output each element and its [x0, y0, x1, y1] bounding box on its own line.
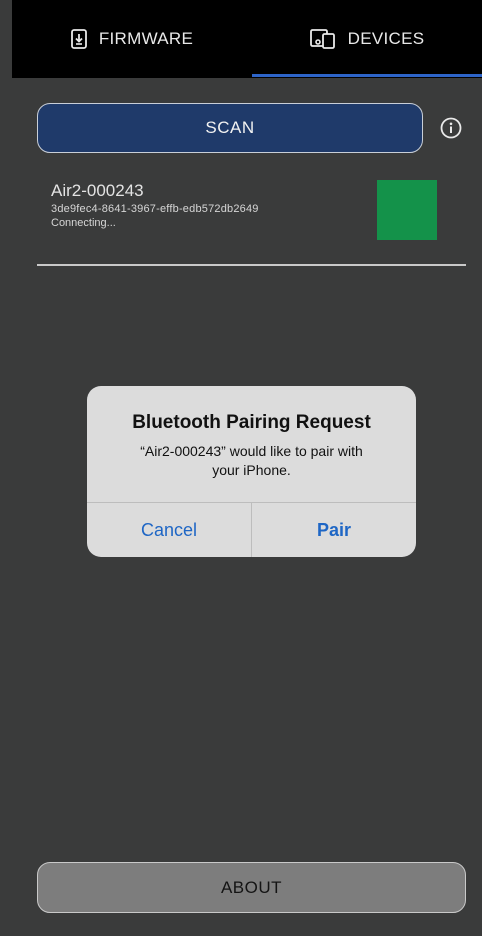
left-edge [0, 0, 12, 936]
alert-message-line-2: your iPhone. [212, 462, 291, 478]
active-tab-indicator [252, 74, 482, 77]
alert-title: Bluetooth Pairing Request [132, 412, 371, 433]
device-name: Air2-000243 [51, 181, 144, 200]
scan-button[interactable]: SCAN [37, 103, 423, 153]
devices-icon [309, 29, 336, 49]
list-divider [37, 264, 466, 266]
device-list-item[interactable]: Air2-000243 3de9fec4-8641-3967-effb-edb5… [37, 175, 467, 265]
about-button-label: ABOUT [220, 877, 283, 897]
about-button[interactable]: ABOUT [37, 862, 466, 913]
tab-devices[interactable]: DEVICES [252, 0, 482, 78]
device-status-indicator [377, 180, 437, 240]
tab-firmware-label: FIRMWARE [98, 29, 194, 48]
cancel-button[interactable]: Cancel [87, 503, 251, 557]
pairing-alert-dialog: Bluetooth Pairing Request “Air2-000243” … [87, 386, 416, 557]
info-icon[interactable] [440, 117, 462, 139]
tab-firmware[interactable]: FIRMWARE [12, 0, 252, 78]
pair-button[interactable]: Pair [252, 503, 416, 557]
tab-devices-label: DEVICES [347, 29, 425, 48]
top-tab-bar: FIRMWARE DEVICES [12, 0, 482, 78]
alert-message-line-1: “Air2-000243” would like to pair with [140, 443, 363, 459]
download-phone-icon [70, 29, 87, 49]
device-id: 3de9fec4-8641-3967-effb-edb572db2649 [51, 203, 259, 215]
alert-message: “Air2-000243” would like to pair with yo… [107, 442, 396, 480]
scan-button-label: SCAN [205, 118, 255, 137]
device-status: Connecting... [51, 217, 116, 229]
